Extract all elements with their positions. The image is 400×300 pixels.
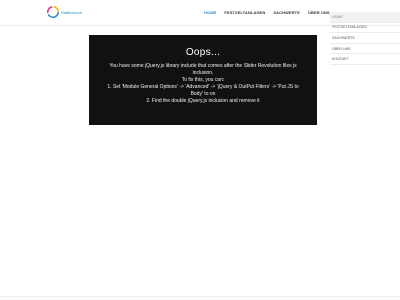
page-footer (0, 296, 400, 300)
nav-item-sachwerte[interactable]: SACHWERTE (269, 10, 304, 15)
main-navigation: HOME FESTZELTANLAGEN SACHWERTE ÜBER UNS (200, 10, 334, 15)
sidebar-item-home[interactable]: HOME (330, 12, 400, 23)
nav-item-home[interactable]: HOME (200, 10, 220, 15)
error-title: Oops... (185, 47, 221, 58)
error-line: You have some jQuery.js library include … (109, 63, 297, 76)
sidebar-item-kontakt[interactable]: KONTAKT (330, 54, 400, 65)
error-message: You have some jQuery.js library include … (89, 63, 317, 105)
sidebar-item-ueber-uns[interactable]: ÜBER UNS (330, 44, 400, 55)
slider-error-box: Oops... You have some jQuery.js library … (89, 35, 317, 125)
sidebar-menu: HOME FESTZELTANLAGEN SACHWERTE ÜBER UNS … (330, 12, 400, 65)
error-line: 1. Set 'Module General Options' -> 'Adva… (107, 84, 299, 97)
logo-text: Staffmeo.ch (61, 9, 83, 15)
error-line: 2. Find the double jQuery.js inclusion a… (146, 98, 260, 104)
nav-item-festzeltanlagen[interactable]: FESTZELTANLAGEN (220, 10, 269, 15)
sidebar-item-sachwerte[interactable]: SACHWERTE (330, 33, 400, 44)
error-line: To fix this, you can: (181, 77, 225, 83)
site-logo[interactable]: Staffmeo.ch (46, 4, 86, 20)
logo-ring-icon (46, 5, 60, 19)
sidebar-item-festzeltanlagen[interactable]: FESTZELTANLAGEN (330, 23, 400, 34)
